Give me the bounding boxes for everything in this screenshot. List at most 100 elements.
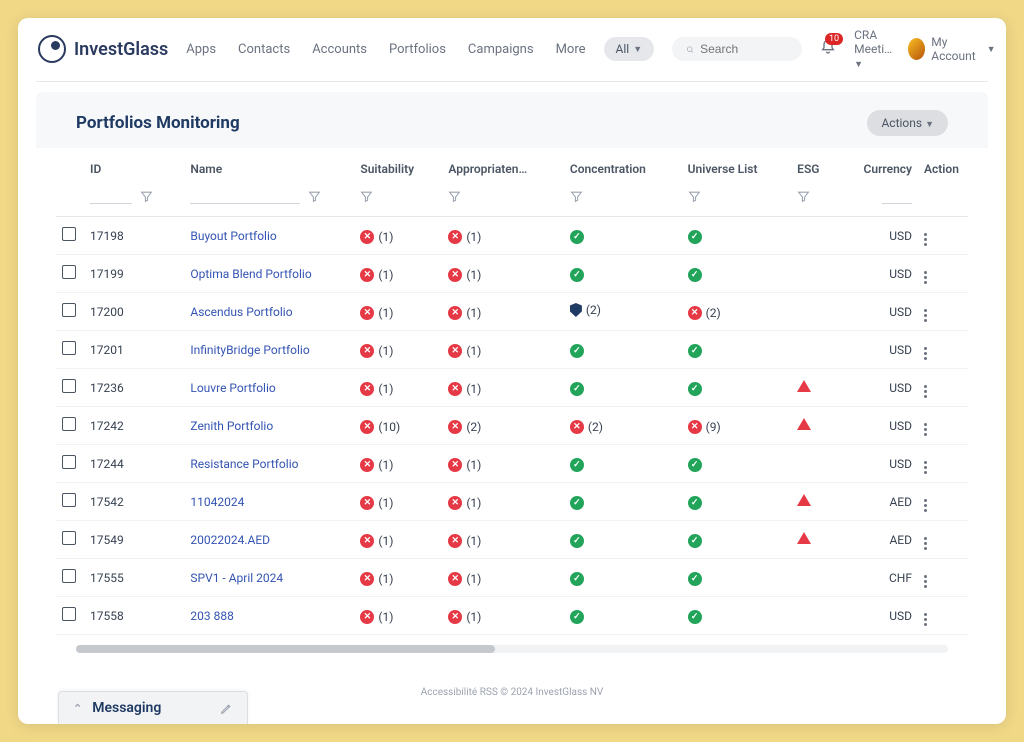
esg-status[interactable] <box>797 418 811 430</box>
col-action[interactable]: Action <box>918 148 968 184</box>
portfolio-link[interactable]: Resistance Portfolio <box>190 457 298 471</box>
appropriateness-status[interactable]: ✕ (1) <box>448 382 481 396</box>
appropriateness-status[interactable]: ✕ (1) <box>448 496 481 510</box>
row-checkbox[interactable] <box>62 227 76 241</box>
row-checkbox[interactable] <box>62 531 76 545</box>
nav-portfolios[interactable]: Portfolios <box>389 42 446 57</box>
row-actions-menu[interactable] <box>924 233 927 246</box>
concentration-status[interactable]: ✓ <box>570 382 584 396</box>
row-checkbox[interactable] <box>62 265 76 279</box>
filter-icon[interactable] <box>448 190 461 203</box>
suitability-status[interactable]: ✕ (1) <box>360 610 393 624</box>
suitability-status[interactable]: ✕ (1) <box>360 496 393 510</box>
universe-status[interactable]: ✓ <box>688 572 702 586</box>
appropriateness-status[interactable]: ✕ (1) <box>448 268 481 282</box>
concentration-status[interactable]: ✓ <box>570 344 584 358</box>
filter-icon[interactable] <box>360 190 373 203</box>
col-universe[interactable]: Universe List <box>682 148 792 184</box>
horizontal-scrollbar[interactable] <box>76 645 948 653</box>
portfolio-link[interactable]: Buyout Portfolio <box>190 229 276 243</box>
pencil-icon[interactable] <box>220 702 233 715</box>
universe-status[interactable]: ✕ (9) <box>688 420 721 434</box>
row-actions-menu[interactable] <box>924 537 927 550</box>
concentration-status[interactable]: ✕ (2) <box>570 420 603 434</box>
row-checkbox[interactable] <box>62 493 76 507</box>
concentration-status[interactable]: ✓ <box>570 572 584 586</box>
row-checkbox[interactable] <box>62 607 76 621</box>
nav-more[interactable]: More <box>556 42 586 57</box>
portfolio-link[interactable]: Zenith Portfolio <box>190 419 273 433</box>
suitability-status[interactable]: ✕ (1) <box>360 572 393 586</box>
col-concentration[interactable]: Concentration <box>564 148 682 184</box>
nav-contacts[interactable]: Contacts <box>238 42 290 57</box>
concentration-status[interactable]: (2) <box>570 303 601 317</box>
filter-icon[interactable] <box>308 190 321 203</box>
universe-status[interactable]: ✕ (2) <box>688 306 721 320</box>
notifications-button[interactable]: 10 <box>820 39 836 59</box>
filter-input-id[interactable] <box>90 188 132 204</box>
suitability-status[interactable]: ✕ (1) <box>360 534 393 548</box>
appropriateness-status[interactable]: ✕ (1) <box>448 458 481 472</box>
all-filter-pill[interactable]: All ▼ <box>604 37 655 61</box>
appropriateness-status[interactable]: ✕ (1) <box>448 610 481 624</box>
universe-status[interactable]: ✓ <box>688 458 702 472</box>
nav-apps[interactable]: Apps <box>186 42 216 57</box>
row-actions-menu[interactable] <box>924 423 927 436</box>
portfolio-link[interactable]: SPV1 - April 2024 <box>190 571 283 585</box>
scrollbar-thumb[interactable] <box>76 645 495 653</box>
row-checkbox[interactable] <box>62 569 76 583</box>
suitability-status[interactable]: ✕ (1) <box>360 344 393 358</box>
row-checkbox[interactable] <box>62 417 76 431</box>
appropriateness-status[interactable]: ✕ (2) <box>448 420 481 434</box>
filter-icon[interactable] <box>140 190 153 203</box>
search-box[interactable] <box>672 37 802 61</box>
row-actions-menu[interactable] <box>924 575 927 588</box>
row-actions-menu[interactable] <box>924 309 927 322</box>
filter-icon[interactable] <box>688 190 701 203</box>
universe-status[interactable]: ✓ <box>688 382 702 396</box>
appropriateness-status[interactable]: ✕ (1) <box>448 344 481 358</box>
suitability-status[interactable]: ✕ (1) <box>360 382 393 396</box>
row-checkbox[interactable] <box>62 303 76 317</box>
concentration-status[interactable]: ✓ <box>570 610 584 624</box>
col-name[interactable]: Name <box>184 148 354 184</box>
row-actions-menu[interactable] <box>924 385 927 398</box>
row-checkbox[interactable] <box>62 341 76 355</box>
nav-accounts[interactable]: Accounts <box>312 42 367 57</box>
suitability-status[interactable]: ✕ (1) <box>360 306 393 320</box>
filter-input-currency[interactable] <box>882 188 912 204</box>
suitability-status[interactable]: ✕ (1) <box>360 268 393 282</box>
esg-status[interactable] <box>797 380 811 392</box>
concentration-status[interactable]: ✓ <box>570 268 584 282</box>
filter-icon[interactable] <box>570 190 583 203</box>
universe-status[interactable]: ✓ <box>688 496 702 510</box>
messaging-panel-collapsed[interactable]: ⌃ Messaging <box>58 691 248 724</box>
concentration-status[interactable]: ✓ <box>570 534 584 548</box>
suitability-status[interactable]: ✕ (1) <box>360 230 393 244</box>
esg-status[interactable] <box>797 494 811 506</box>
row-actions-menu[interactable] <box>924 613 927 626</box>
universe-status[interactable]: ✓ <box>688 344 702 358</box>
portfolio-link[interactable]: 11042024 <box>190 495 244 509</box>
col-currency[interactable]: Currency <box>837 148 918 184</box>
row-actions-menu[interactable] <box>924 271 927 284</box>
appropriateness-status[interactable]: ✕ (1) <box>448 572 481 586</box>
row-actions-menu[interactable] <box>924 461 927 474</box>
nav-campaigns[interactable]: Campaigns <box>468 42 534 57</box>
concentration-status[interactable]: ✓ <box>570 458 584 472</box>
suitability-status[interactable]: ✕ (10) <box>360 420 400 434</box>
appropriateness-status[interactable]: ✕ (1) <box>448 230 481 244</box>
col-esg[interactable]: ESG <box>791 148 837 184</box>
appropriateness-status[interactable]: ✕ (1) <box>448 534 481 548</box>
portfolio-link[interactable]: Ascendus Portfolio <box>190 305 292 319</box>
portfolio-link[interactable]: 20022024.AED <box>190 533 270 547</box>
row-checkbox[interactable] <box>62 379 76 393</box>
appropriateness-status[interactable]: ✕ (1) <box>448 306 481 320</box>
search-input[interactable] <box>700 42 788 56</box>
row-checkbox[interactable] <box>62 455 76 469</box>
concentration-status[interactable]: ✓ <box>570 230 584 244</box>
esg-status[interactable] <box>797 532 811 544</box>
my-account-dropdown[interactable]: My Account ▼ <box>908 35 995 63</box>
universe-status[interactable]: ✓ <box>688 610 702 624</box>
concentration-status[interactable]: ✓ <box>570 496 584 510</box>
